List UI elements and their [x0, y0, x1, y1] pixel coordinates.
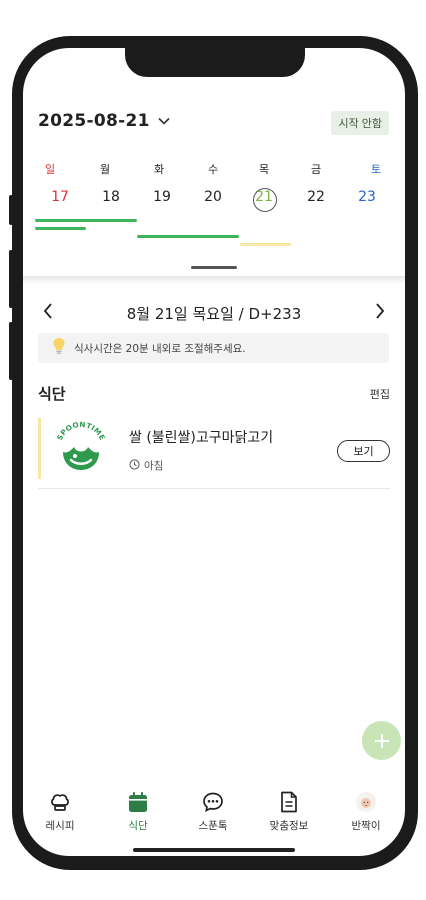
date-cell[interactable]: 23 [347, 189, 387, 205]
tab-label: 반짝이 [351, 820, 381, 832]
drag-handle[interactable] [191, 266, 237, 269]
meal-name: 쌀 (불린쌀)고구마닭고기 [129, 430, 274, 446]
lightbulb-icon [52, 337, 66, 359]
chat-bubble-icon [178, 790, 248, 814]
calendar-icon [103, 790, 173, 814]
tab-recipe[interactable]: 레시피 [25, 790, 95, 833]
schedule-bar [137, 235, 239, 238]
tab-label: 맞춤정보 [269, 820, 309, 832]
weekday-label: 금 [310, 163, 322, 176]
chevron-down-icon [158, 114, 170, 129]
plus-icon [374, 733, 389, 748]
meal-card[interactable]: SPOONTIME 쌀 (불린쌀)고구마닭고기 아침 보기 [38, 418, 390, 489]
date-cell[interactable]: 17 [40, 189, 80, 205]
tab-label: 레시피 [45, 820, 75, 832]
weekday-label: 목 [258, 163, 270, 176]
svg-text:SPOONTIME: SPOONTIME [55, 420, 107, 442]
weekday-label: 일 [44, 163, 56, 176]
prev-day-button[interactable] [38, 303, 58, 324]
schedule-bar [240, 243, 291, 246]
day-title: 8월 21일 목요일 / D+233 [126, 305, 302, 323]
view-button[interactable]: 보기 [337, 440, 390, 462]
spoontime-logo: SPOONTIME [54, 418, 108, 472]
volume-down-button [9, 322, 13, 380]
tab-meal-plan[interactable]: 식단 [103, 790, 173, 833]
home-indicator [133, 848, 295, 852]
day-navigator: 8월 21일 목요일 / D+233 [38, 303, 390, 324]
weekday-label: 월 [99, 163, 111, 176]
schedule-bar [35, 219, 137, 222]
selected-date: 2025-08-21 [38, 111, 150, 131]
volume-up-button [9, 250, 13, 308]
meal-color-accent [38, 418, 41, 479]
bottom-nav: 레시피 식단 스푼톡 맞춤정보 반짝이 [23, 790, 405, 850]
weekday-label: 수 [207, 163, 219, 176]
tip-banner: 식사시간은 20분 내외로 조절해주세요. [38, 333, 389, 363]
meal-section-header: 식단 편집 [38, 383, 390, 404]
date-cell[interactable]: 18 [91, 189, 131, 205]
add-meal-button[interactable] [362, 721, 401, 760]
weekday-label: 화 [153, 163, 165, 176]
date-cell[interactable]: 22 [296, 189, 336, 205]
section-divider [23, 276, 405, 284]
meal-time-label: 아침 [144, 460, 164, 472]
tip-text: 식사시간은 20분 내외로 조절해주세요. [74, 342, 246, 355]
schedule-bar [35, 227, 86, 230]
baby-avatar-icon [331, 790, 401, 814]
tab-profile[interactable]: 반짝이 [331, 790, 401, 833]
weekday-label: 토 [370, 163, 382, 176]
date-cell[interactable]: 20 [193, 189, 233, 205]
notch [125, 48, 305, 77]
tab-label: 스푼톡 [198, 820, 228, 832]
next-day-button[interactable] [370, 303, 390, 324]
edit-button[interactable]: 편집 [370, 386, 390, 402]
app-screen: 2025-08-21 시작 안함 일 월 화 수 목 금 토 17 18 19 … [23, 48, 405, 856]
tab-label: 식단 [128, 820, 148, 832]
date-cell[interactable]: 19 [142, 189, 182, 205]
chef-hat-icon [25, 790, 95, 814]
clock-icon [129, 458, 140, 473]
document-icon [254, 790, 324, 814]
section-title: 식단 [38, 385, 66, 403]
meal-time: 아침 [129, 458, 163, 473]
guide-button[interactable]: 시작 안함 [331, 111, 389, 135]
tab-custom-info[interactable]: 맞춤정보 [254, 790, 324, 833]
tab-spoontalk[interactable]: 스푼톡 [178, 790, 248, 833]
silent-switch [9, 195, 13, 225]
date-selector[interactable]: 2025-08-21 [38, 111, 170, 131]
today-marker [253, 188, 277, 212]
